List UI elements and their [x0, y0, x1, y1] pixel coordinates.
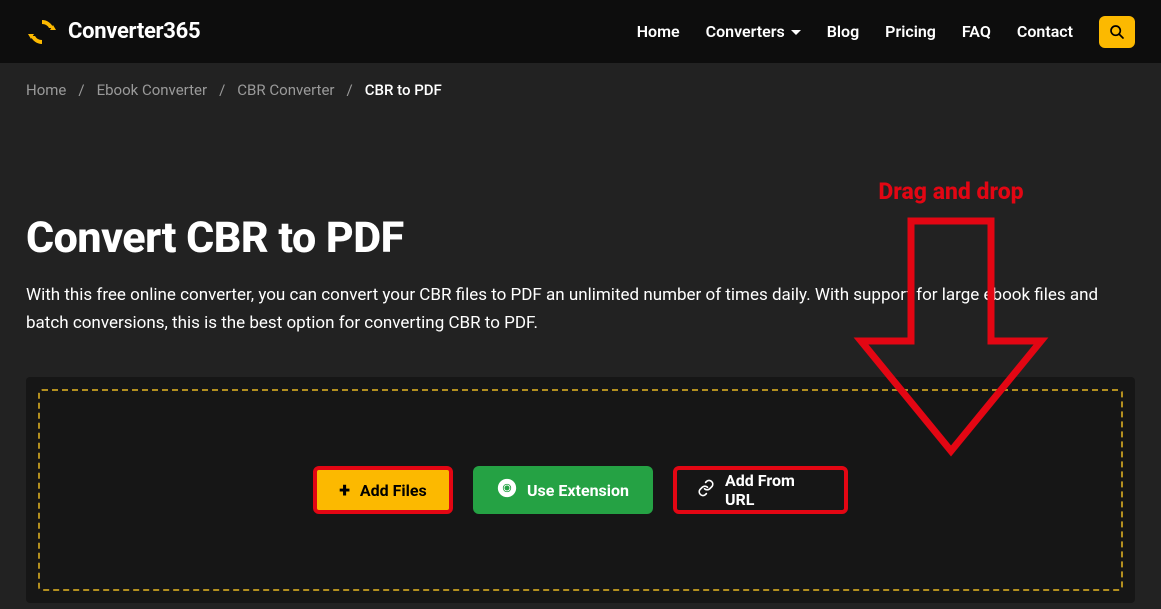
breadcrumb: Home / Ebook Converter / CBR Converter /…	[0, 63, 1161, 117]
breadcrumb-item[interactable]: Ebook Converter	[97, 81, 208, 99]
annotation-text: Drag and drop	[851, 178, 1051, 205]
search-icon	[1109, 24, 1125, 40]
button-label: Use Extension	[527, 481, 629, 500]
logo[interactable]: Converter365	[26, 16, 200, 48]
breadcrumb-item[interactable]: Home	[26, 81, 66, 99]
logo-icon	[26, 16, 58, 48]
breadcrumb-current: CBR to PDF	[365, 81, 442, 99]
chrome-icon	[497, 478, 517, 502]
nav: Home Converters Blog Pricing FAQ Contact	[637, 16, 1135, 48]
button-label: Add Files	[360, 481, 427, 500]
annotation-overlay: Drag and drop	[851, 178, 1051, 465]
nav-blog[interactable]: Blog	[827, 22, 859, 41]
nav-contact[interactable]: Contact	[1017, 22, 1073, 41]
nav-converters[interactable]: Converters	[706, 22, 801, 41]
link-icon	[697, 479, 715, 501]
nav-faq[interactable]: FAQ	[962, 22, 991, 41]
nav-pricing[interactable]: Pricing	[885, 22, 936, 41]
breadcrumb-separator: /	[219, 81, 225, 99]
arrow-down-icon	[851, 211, 1051, 461]
breadcrumb-separator: /	[78, 81, 84, 99]
breadcrumb-separator: /	[347, 81, 353, 99]
header: Converter365 Home Converters Blog Pricin…	[0, 0, 1161, 63]
logo-text: Converter365	[68, 19, 200, 44]
button-label: Add From URL	[725, 471, 824, 509]
main-content: Drag and drop Convert CBR to PDF With th…	[0, 213, 1161, 603]
search-button[interactable]	[1099, 16, 1135, 48]
use-extension-button[interactable]: Use Extension	[473, 466, 653, 514]
plus-icon: +	[339, 478, 350, 502]
breadcrumb-item[interactable]: CBR Converter	[237, 81, 334, 99]
add-from-url-button[interactable]: Add From URL	[673, 466, 848, 514]
add-files-button[interactable]: + Add Files	[313, 466, 453, 514]
chevron-down-icon	[791, 30, 801, 35]
nav-home[interactable]: Home	[637, 22, 680, 41]
